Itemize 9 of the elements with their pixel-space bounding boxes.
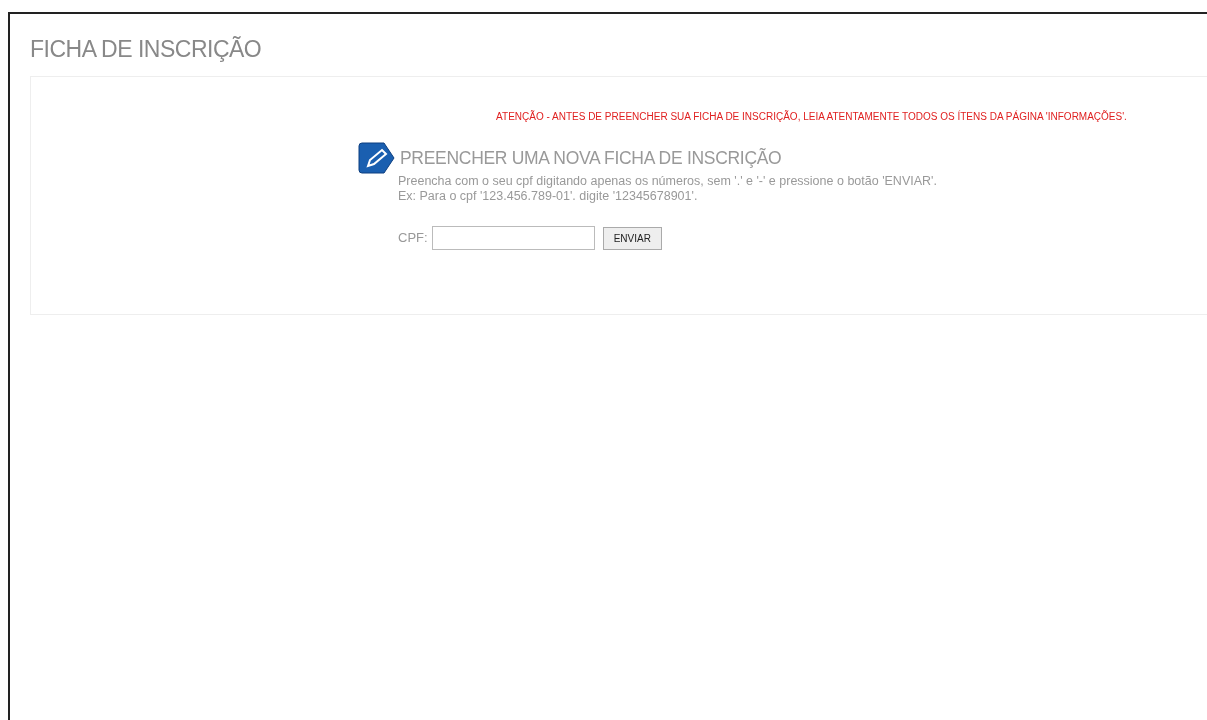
instruction-text: Ex: Para o cpf '123.456.789-01'. digite '12345678901'. <box>398 189 699 204</box>
warning-text: ATENÇÃO - ANTES DE PREENCHER SUA FICHA DE INSCRIÇÃO, LEIA ATENTAMENTE TODOS OS ÍTENS DA PÁGINA 'INFORMAÇÕES'. <box>496 111 1127 122</box>
send-button[interactable]: ENVIAR <box>602 226 662 250</box>
instruction-text: Preencha com o seu cpf digitando apenas os números, sem '.' e '-' e pressione o botão 'ENVIAR'. <box>398 174 938 189</box>
cpf-input[interactable] <box>431 226 595 250</box>
section-heading: PREENCHER UMA NOVA FICHA DE INSCRIÇÃO <box>400 147 782 169</box>
cpf-label: CPF: <box>398 229 428 248</box>
page-title: FICHA DE INSCRIÇÃO <box>30 35 263 64</box>
pencil-icon <box>358 142 396 174</box>
